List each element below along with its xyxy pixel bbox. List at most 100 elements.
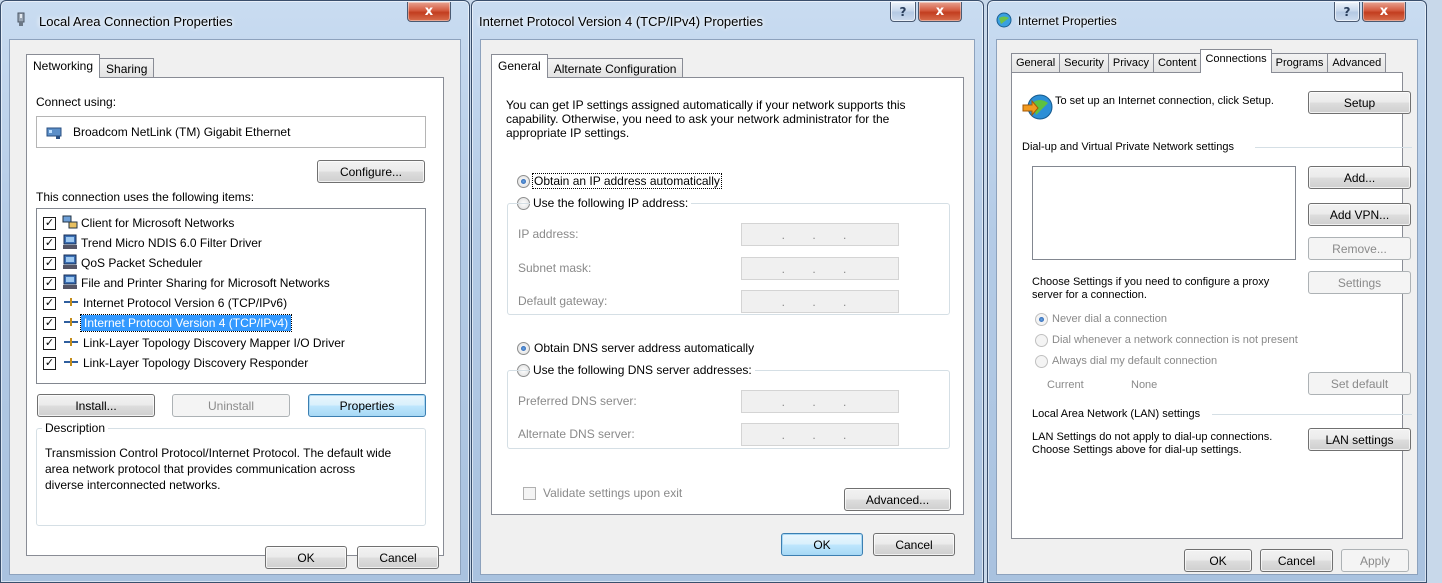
item-label: Internet Protocol Version 4 (TCP/IPv4) [79, 314, 293, 332]
tab-advanced[interactable]: Advanced [1327, 53, 1387, 73]
item-checkbox[interactable]: ✓ [43, 296, 56, 310]
list-item[interactable]: ✓ Internet Protocol Version 6 (TCP/IPv6) [43, 293, 287, 313]
help-icon: ? [1343, 4, 1351, 19]
validate-label: Validate settings upon exit [543, 486, 683, 500]
never-dial-label: Never dial a connection [1052, 313, 1167, 325]
item-checkbox[interactable]: ✓ [43, 256, 56, 270]
install-button[interactable]: Install... [37, 394, 155, 417]
dialog-client: Networking Sharing Connect using: Broadc… [9, 39, 461, 575]
window-title: Internet Properties [1018, 14, 1117, 28]
setup-button[interactable]: Setup [1308, 91, 1411, 114]
tab-general[interactable]: General [1011, 53, 1061, 73]
subnet-mask-input[interactable]: . . . [741, 257, 899, 280]
use-dns-label[interactable]: Use the following DNS server addresses: [530, 363, 755, 377]
close-button[interactable]: x [1362, 2, 1406, 22]
components-list[interactable]: ✓ Client for Microsoft Networks ✓ Trend … [36, 208, 426, 384]
alternate-dns-label: Alternate DNS server: [518, 427, 635, 441]
vpn-section-label: Dial-up and Virtual Private Network sett… [1022, 141, 1234, 153]
settings-button[interactable]: Settings [1308, 271, 1411, 294]
protocol-icon [64, 296, 78, 310]
obtain-dns-radio[interactable] [517, 342, 530, 355]
adapter-field: Broadcom NetLink (TM) Gigabit Ethernet [36, 116, 426, 148]
list-item[interactable]: ✓ Link-Layer Topology Discovery Responde… [43, 353, 308, 373]
ok-button[interactable]: OK [781, 533, 863, 556]
computer-icon [62, 234, 78, 253]
tab-content[interactable]: Content [1152, 53, 1202, 73]
network-card-icon [46, 124, 62, 143]
connection-wizard-icon [1022, 91, 1054, 126]
list-item[interactable]: ✓ Trend Micro NDIS 6.0 Filter Driver [43, 233, 262, 253]
lan-properties-window: Local Area Connection Properties x Netwo… [0, 0, 470, 583]
ip-address-input[interactable]: . . . [741, 223, 899, 246]
set-default-button[interactable]: Set default [1308, 372, 1411, 395]
obtain-ip-radio[interactable] [517, 175, 530, 188]
item-checkbox[interactable]: ✓ [43, 276, 56, 290]
lan-settings-button[interactable]: LAN settings [1308, 428, 1411, 451]
properties-button[interactable]: Properties [308, 394, 426, 417]
list-item[interactable]: ✓ Link-Layer Topology Discovery Mapper I… [43, 333, 345, 353]
cancel-button[interactable]: Cancel [873, 533, 955, 556]
title-bar[interactable]: Internet Properties ? x [988, 1, 1426, 37]
advanced-button[interactable]: Advanced... [844, 488, 951, 511]
help-icon: ? [899, 4, 907, 19]
item-checkbox[interactable]: ✓ [43, 316, 56, 330]
tab-connections[interactable]: Connections [1200, 49, 1272, 73]
internet-options-icon [996, 12, 1012, 28]
item-checkbox[interactable]: ✓ [43, 356, 56, 370]
list-item[interactable]: ✓ Client for Microsoft Networks [43, 213, 234, 233]
validate-checkbox[interactable] [523, 487, 536, 500]
tab-privacy[interactable]: Privacy [1107, 53, 1154, 73]
computer-icon [62, 254, 78, 273]
always-dial-radio[interactable] [1035, 355, 1048, 368]
never-dial-radio[interactable] [1035, 313, 1048, 326]
item-checkbox[interactable]: ✓ [43, 216, 56, 230]
item-label: Trend Micro NDIS 6.0 Filter Driver [81, 236, 262, 250]
obtain-dns-label[interactable]: Obtain DNS server address automatically [534, 341, 754, 355]
dial-whenever-radio[interactable] [1035, 334, 1048, 347]
list-item[interactable]: ✓ QoS Packet Scheduler [43, 253, 202, 273]
connections-list[interactable] [1032, 166, 1296, 260]
tab-programs[interactable]: Programs [1270, 53, 1329, 73]
remove-button[interactable]: Remove... [1308, 237, 1411, 260]
obtain-ip-label[interactable]: Obtain an IP address automatically [532, 173, 722, 189]
dialog-client: General Security Privacy Content Connect… [996, 39, 1418, 575]
preferred-dns-input[interactable]: . . . [741, 390, 899, 413]
list-item[interactable]: ✓ Internet Protocol Version 4 (TCP/IPv4) [43, 313, 293, 333]
close-icon: x [1379, 4, 1389, 19]
item-checkbox[interactable]: ✓ [43, 336, 56, 350]
use-ip-label[interactable]: Use the following IP address: [530, 196, 692, 210]
general-panel: You can get IP settings assigned automat… [491, 77, 964, 515]
apply-button[interactable]: Apply [1341, 549, 1409, 572]
protocol-icon [64, 316, 78, 330]
add-button[interactable]: Add... [1308, 166, 1411, 189]
configure-button[interactable]: Configure... [317, 160, 425, 183]
default-gateway-input[interactable]: . . . [741, 290, 899, 313]
cancel-button[interactable]: Cancel [1260, 549, 1333, 572]
title-bar[interactable]: Internet Protocol Version 4 (TCP/IPv4) P… [472, 1, 983, 37]
ipv4-properties-window: Internet Protocol Version 4 (TCP/IPv4) P… [471, 0, 984, 583]
tab-networking[interactable]: Networking [26, 54, 101, 78]
title-bar[interactable]: Local Area Connection Properties x [1, 1, 469, 37]
tab-alternate-configuration[interactable]: Alternate Configuration [546, 58, 684, 78]
item-checkbox[interactable]: ✓ [43, 236, 56, 250]
tab-general[interactable]: General [491, 54, 548, 78]
uninstall-button[interactable]: Uninstall [172, 394, 290, 417]
list-item[interactable]: ✓ File and Printer Sharing for Microsoft… [43, 273, 330, 293]
alternate-dns-input[interactable]: . . . [741, 423, 899, 446]
cancel-button[interactable]: Cancel [357, 546, 439, 569]
connect-using-label: Connect using: [36, 95, 117, 109]
tab-sharing[interactable]: Sharing [99, 58, 155, 78]
item-label: Link-Layer Topology Discovery Responder [83, 356, 309, 370]
proxy-text: Choose Settings if you need to configure… [1032, 276, 1270, 301]
close-button[interactable]: x [407, 2, 451, 22]
close-button[interactable]: x [918, 2, 962, 22]
help-button[interactable]: ? [890, 2, 916, 22]
description-group: Description Transmission Control Protoco… [36, 421, 426, 526]
ok-button[interactable]: OK [265, 546, 347, 569]
add-vpn-button[interactable]: Add VPN... [1308, 203, 1411, 226]
lan-text: LAN Settings do not apply to dial-up con… [1032, 431, 1273, 456]
tab-security[interactable]: Security [1059, 53, 1109, 73]
help-button[interactable]: ? [1334, 2, 1360, 22]
description-text: Transmission Control Protocol/Internet P… [45, 446, 392, 492]
ok-button[interactable]: OK [1184, 549, 1252, 572]
